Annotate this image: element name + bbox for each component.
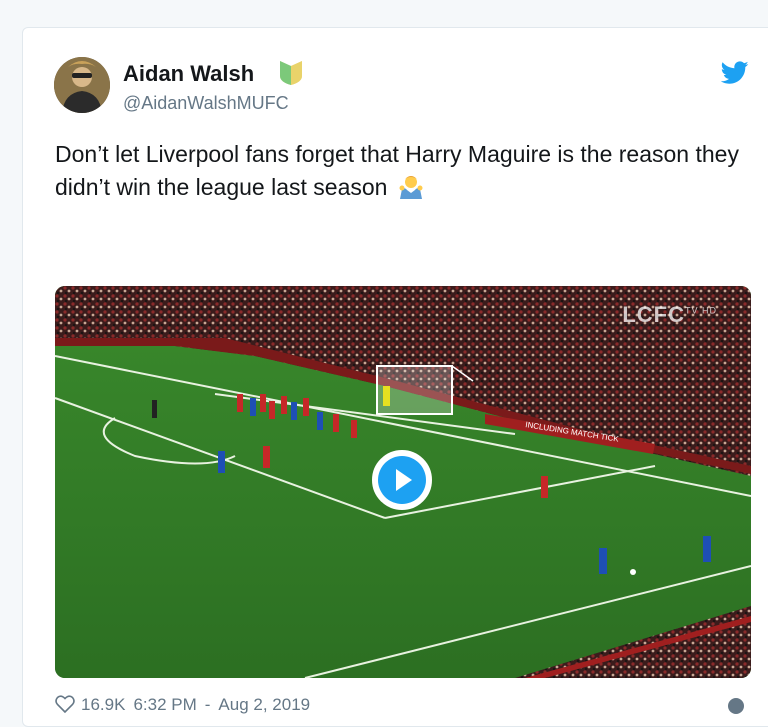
info-icon[interactable]: [728, 698, 744, 714]
separator: -: [204, 695, 211, 714]
avatar[interactable]: [54, 57, 110, 113]
green-shield-badge-icon: [280, 61, 302, 85]
heart-icon[interactable]: [55, 695, 75, 713]
tweet-text: Don’t let Liverpool fans forget that Har…: [55, 138, 745, 204]
play-button[interactable]: [372, 450, 432, 510]
play-icon: [378, 456, 426, 504]
tweet-card: Aidan Walsh @AidanWalshMUFC Don’t let Li…: [22, 27, 768, 727]
lcfc-watermark: LCFCTV HD: [622, 302, 717, 327]
user-handle[interactable]: @AidanWalshMUFC: [123, 92, 289, 114]
tweet-footer: 16.9K 6:32 PM - Aug 2, 2019: [55, 695, 318, 715]
display-name[interactable]: Aidan Walsh: [123, 61, 254, 87]
person-shrugging-emoji: [399, 176, 423, 199]
tweet-time[interactable]: 6:32 PM: [133, 695, 196, 714]
like-count[interactable]: 16.9K: [81, 695, 125, 714]
twitter-bird-icon[interactable]: [721, 61, 749, 85]
tweet-date[interactable]: Aug 2, 2019: [218, 695, 310, 714]
video-player[interactable]: INCLUDING MATCH TICK LCFCTV HD: [55, 286, 751, 678]
